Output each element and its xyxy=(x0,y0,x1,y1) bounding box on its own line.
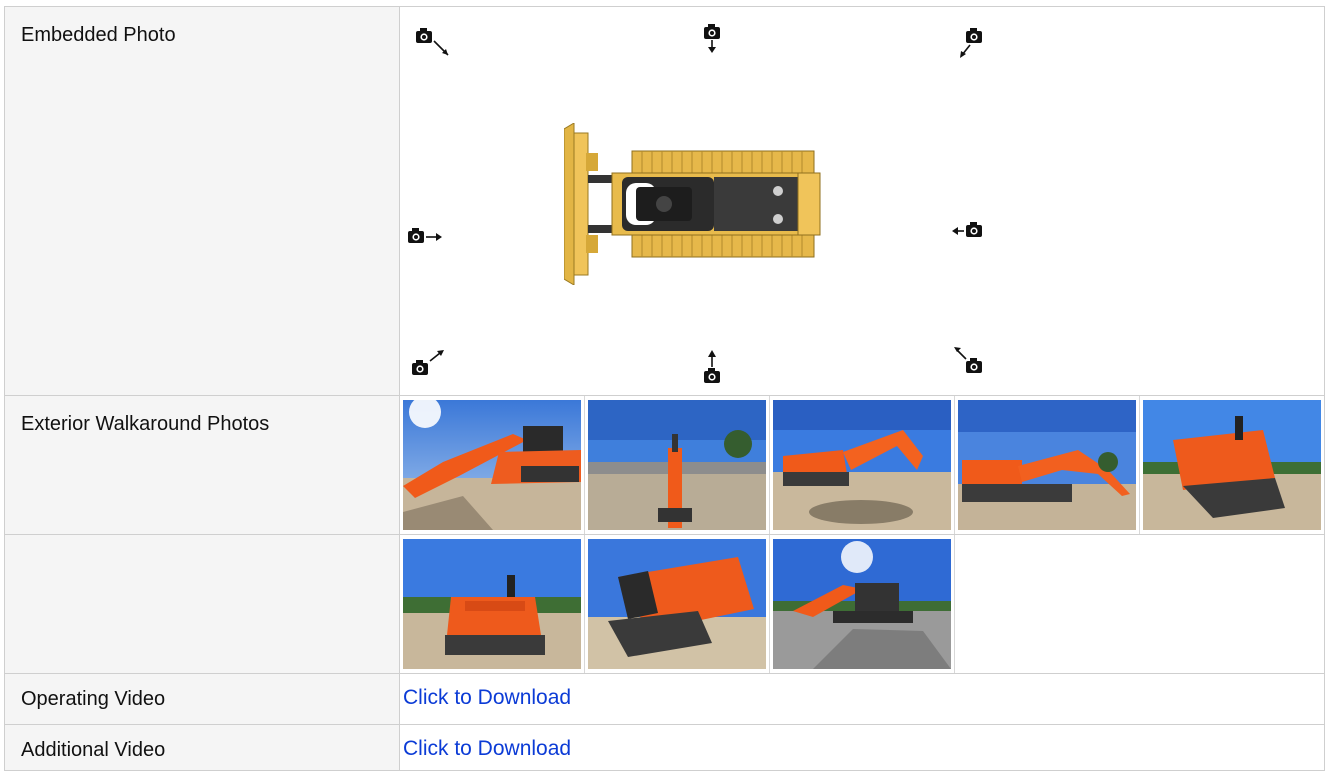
photo-thumbnail[interactable] xyxy=(955,396,1140,534)
excavator-rear-photo[interactable] xyxy=(403,539,581,669)
thumbnail-row-2 xyxy=(400,535,1324,673)
camera-bottom-left-icon[interactable] xyxy=(408,339,468,399)
operating-video-cell: Click to Download xyxy=(399,673,1325,725)
photo-thumbnail[interactable] xyxy=(585,535,770,673)
additional-video-cell: Click to Download xyxy=(399,724,1325,771)
photo-thumbnail[interactable] xyxy=(1140,396,1324,534)
extra-photos-cell xyxy=(399,534,1325,674)
additional-video-download-link[interactable]: Click to Download xyxy=(403,737,571,761)
photo-thumbnail[interactable] xyxy=(770,535,955,673)
exterior-photos-cell xyxy=(399,395,1325,535)
row-label xyxy=(4,534,400,674)
row-additional-video: Additional Video Click to Download xyxy=(4,724,1325,771)
equipment-spec-table: Embedded Photo Exterior Walkaround Photo… xyxy=(4,6,1325,771)
row-embedded-photo: Embedded Photo xyxy=(4,6,1326,396)
camera-top-left-icon[interactable] xyxy=(408,19,468,79)
excavator-left-rear-photo[interactable] xyxy=(588,539,766,669)
excavator-left-front-photo[interactable] xyxy=(403,400,581,530)
row-extra-photos xyxy=(4,534,1325,674)
camera-bottom-icon[interactable] xyxy=(696,341,756,401)
camera-top-icon[interactable] xyxy=(696,17,756,77)
thumbnail-row-1 xyxy=(400,396,1324,534)
embedded-photo-cell xyxy=(399,6,1326,396)
excavator-rear-quarter-photo[interactable] xyxy=(1143,400,1321,530)
row-operating-video: Operating Video Click to Download xyxy=(4,673,1325,725)
row-exterior-photos: Exterior Walkaround Photos xyxy=(4,395,1325,535)
photo-thumbnail[interactable] xyxy=(400,535,585,673)
row-label: Operating Video xyxy=(4,673,400,725)
camera-bottom-right-icon[interactable] xyxy=(948,337,1008,397)
row-label: Additional Video xyxy=(4,724,400,771)
bulldozer-top-view-icon xyxy=(564,123,821,285)
camera-angle-diagram xyxy=(400,7,1326,395)
camera-top-right-icon[interactable] xyxy=(948,21,1008,81)
photo-thumbnail[interactable] xyxy=(400,396,585,534)
excavator-side-photo[interactable] xyxy=(773,400,951,530)
operating-video-download-link[interactable]: Click to Download xyxy=(403,686,571,710)
photo-thumbnail[interactable] xyxy=(770,396,955,534)
row-label: Embedded Photo xyxy=(4,6,400,396)
camera-left-icon[interactable] xyxy=(404,215,464,275)
row-label: Exterior Walkaround Photos xyxy=(4,395,400,535)
excavator-front-photo[interactable] xyxy=(588,400,766,530)
excavator-boom-photo[interactable] xyxy=(773,539,951,669)
excavator-right-side-photo[interactable] xyxy=(958,400,1136,530)
camera-right-icon[interactable] xyxy=(948,209,1008,269)
photo-thumbnail[interactable] xyxy=(585,396,770,534)
